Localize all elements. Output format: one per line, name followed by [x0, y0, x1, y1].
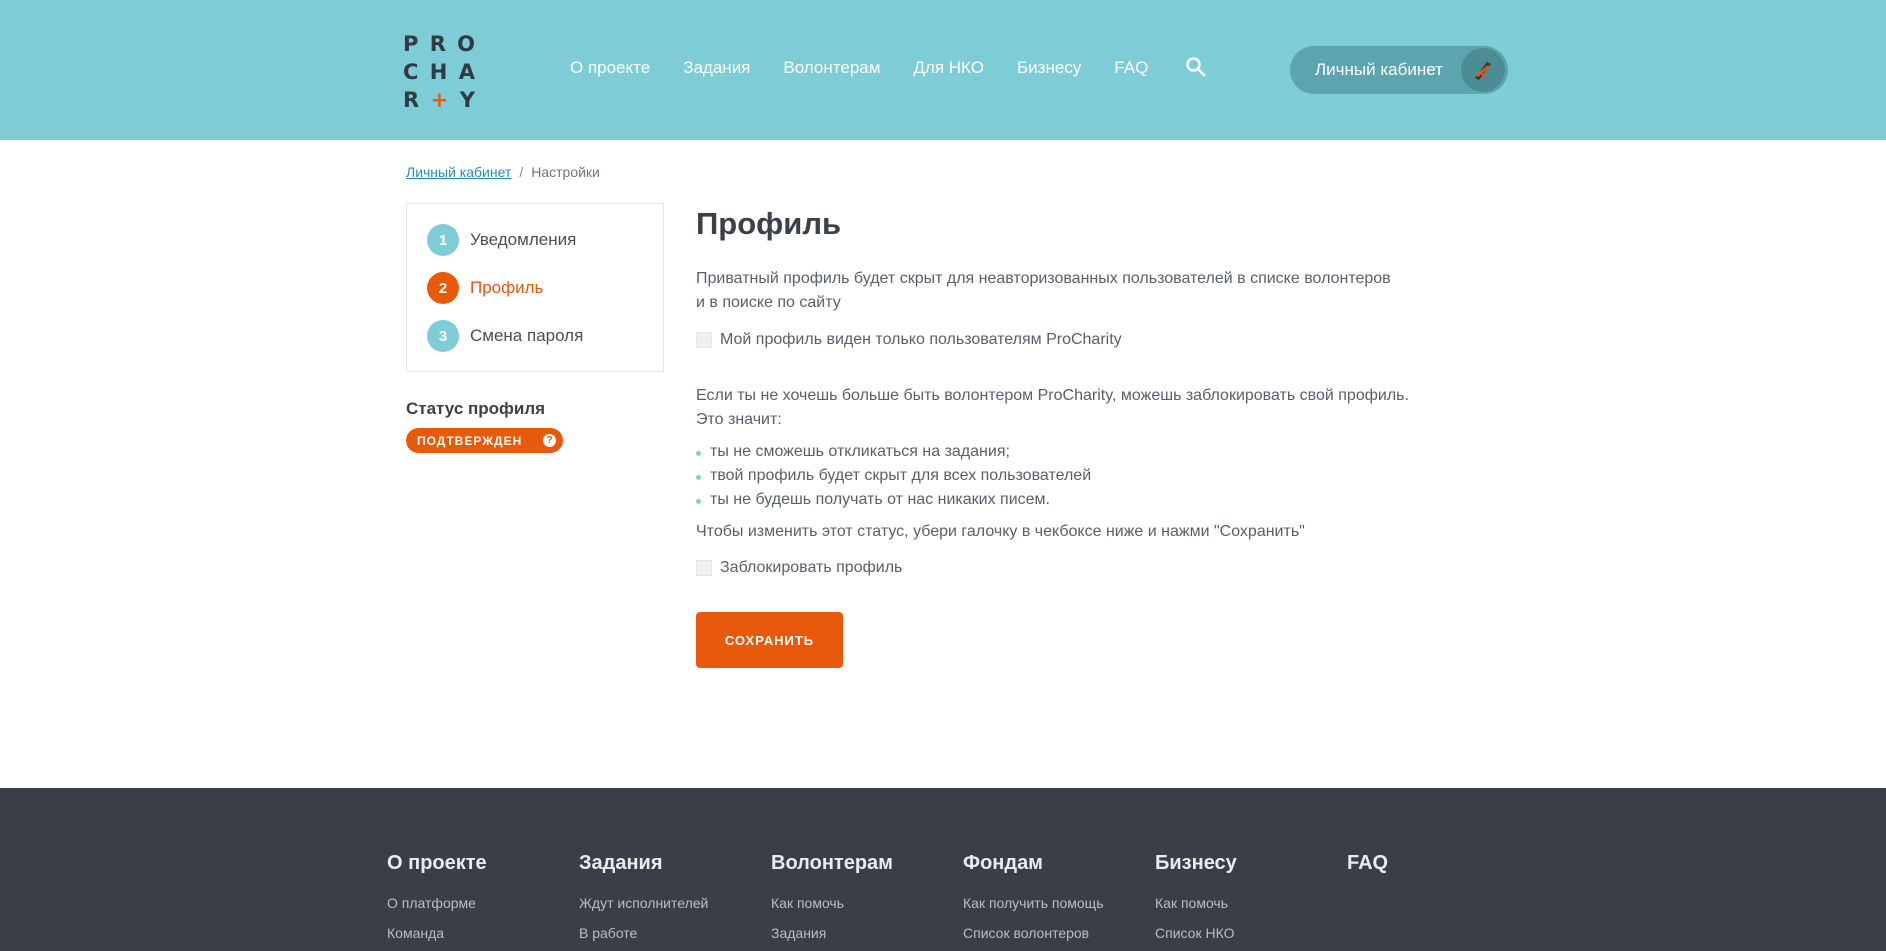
private-profile-checkbox-label[interactable]: Мой профиль виден только пользователям P… — [720, 331, 1122, 349]
footer-heading[interactable]: Задания — [579, 852, 708, 875]
logo-letter: P — [403, 32, 419, 56]
sidemenu-item-label: Профиль — [470, 278, 544, 297]
private-text-line: и в поиске по сайту — [696, 294, 841, 311]
footer-column-tasks: Задания Ждут исполнителей В работе — [579, 852, 708, 941]
cabinet-label: Личный кабинет — [1315, 60, 1443, 79]
nav-nko[interactable]: Для НКО — [913, 58, 984, 78]
footer-column-about: О проекте О платформе Команда — [387, 852, 487, 941]
logo-letter: Y — [459, 88, 475, 112]
avatar-image — [1475, 62, 1491, 80]
footer-link[interactable]: Задания — [771, 925, 893, 941]
logo-letter: O — [457, 32, 475, 56]
breadcrumb-current: Настройки — [531, 164, 600, 180]
footer-link[interactable]: Команда — [387, 925, 487, 941]
block-text-line: Если ты не хочешь больше быть волонтером… — [696, 387, 1409, 404]
logo-row: R + Y — [403, 86, 475, 114]
footer-column-business: Бизнесу Как помочь Список НКО — [1155, 852, 1237, 941]
nav-volunteers[interactable]: Волонтерам — [783, 58, 880, 78]
private-profile-description: Приватный профиль будет скрыт для неавто… — [696, 267, 1391, 315]
sidemenu-item-notifications[interactable]: 1 Уведомления — [427, 224, 576, 256]
footer-heading[interactable]: FAQ — [1347, 852, 1388, 875]
avatar[interactable] — [1461, 48, 1505, 92]
logo-letter: R — [429, 32, 446, 56]
footer-link[interactable]: Как помочь — [1155, 895, 1237, 911]
footer-heading[interactable]: Фондам — [963, 852, 1104, 875]
step-number: 3 — [427, 320, 459, 352]
footer-column-volunteers: Волонтерам Как помочь Задания — [771, 852, 893, 941]
page-title: Профиль — [696, 206, 842, 241]
nav-business[interactable]: Бизнесу — [1017, 58, 1081, 78]
nav-faq[interactable]: FAQ — [1114, 58, 1148, 78]
list-item: ты не сможешь откликаться на задания; — [696, 440, 1091, 464]
sidemenu-item-label: Уведомления — [470, 230, 577, 249]
save-button[interactable]: СОХРАНИТЬ — [696, 612, 843, 668]
step-number: 2 — [427, 272, 459, 304]
logo-row: C H A — [403, 58, 475, 86]
main-nav: О проекте Задания Волонтерам Для НКО Биз… — [570, 58, 1181, 78]
list-item: ты не будешь получать от нас никаких пис… — [696, 488, 1091, 512]
logo-letter: H — [429, 60, 448, 84]
list-item: твой профиль будет скрыт для всех пользо… — [696, 464, 1091, 488]
footer-column-funds: Фондам Как получить помощь Список волонт… — [963, 852, 1104, 941]
sidemenu-item-profile[interactable]: 2 Профиль — [427, 272, 543, 304]
settings-sidemenu: 1 Уведомления 2 Профиль 3 Смена пароля — [406, 203, 664, 372]
breadcrumb: Личный кабинет / Настройки — [406, 164, 600, 180]
logo-row: P R O — [403, 30, 475, 58]
profile-status-title: Статус профиля — [406, 399, 546, 418]
logo-letter: A — [458, 60, 475, 84]
site-footer: О проекте О платформе Команда Задания Жд… — [0, 788, 1886, 951]
footer-link[interactable]: Как помочь — [771, 895, 893, 911]
status-badge: ПОДТВЕРЖДЕН ? — [406, 428, 563, 453]
block-profile-checkbox[interactable] — [696, 560, 712, 576]
help-icon[interactable]: ? — [543, 434, 556, 447]
footer-link[interactable]: Список НКО — [1155, 925, 1237, 941]
step-number: 1 — [427, 224, 459, 256]
logo-letter: C — [403, 60, 419, 84]
footer-heading[interactable]: Бизнесу — [1155, 852, 1237, 875]
sidemenu-item-password[interactable]: 3 Смена пароля — [427, 320, 583, 352]
block-profile-description: Если ты не хочешь больше быть волонтером… — [696, 384, 1409, 432]
site-header: P R O C H A R + Y О проекте Задания Воло… — [0, 0, 1886, 140]
block-text-line: Это значит: — [696, 411, 782, 428]
block-profile-checkbox-label[interactable]: Заблокировать профиль — [720, 559, 902, 577]
nav-tasks[interactable]: Задания — [683, 58, 750, 78]
logo-plus: + — [430, 88, 449, 112]
private-text-line: Приватный профиль будет скрыт для неавто… — [696, 270, 1391, 287]
footer-link[interactable]: Ждут исполнителей — [579, 895, 708, 911]
footer-link[interactable]: Список волонтеров — [963, 925, 1104, 941]
footer-heading[interactable]: Волонтерам — [771, 852, 893, 875]
footer-link[interactable]: Как получить помощь — [963, 895, 1104, 911]
status-badge-label: ПОДТВЕРЖДЕН — [417, 434, 523, 448]
private-profile-checkbox[interactable] — [696, 332, 712, 348]
logo-letter: R — [403, 88, 420, 112]
search-icon[interactable] — [1185, 56, 1207, 78]
breadcrumb-separator: / — [519, 164, 524, 180]
personal-cabinet-button[interactable]: Личный кабинет — [1290, 46, 1508, 94]
block-consequences-list: ты не сможешь откликаться на задания; тв… — [696, 440, 1091, 512]
procharity-logo[interactable]: P R O C H A R + Y — [403, 30, 483, 114]
footer-link[interactable]: В работе — [579, 925, 708, 941]
footer-link[interactable]: О платформе — [387, 895, 487, 911]
change-status-hint: Чтобы изменить этот статус, убери галочк… — [696, 523, 1305, 540]
footer-heading[interactable]: О проекте — [387, 852, 487, 875]
nav-about[interactable]: О проекте — [570, 58, 650, 78]
footer-column-faq: FAQ — [1347, 852, 1388, 875]
breadcrumb-cabinet-link[interactable]: Личный кабинет — [406, 164, 511, 180]
sidemenu-item-label: Смена пароля — [470, 326, 584, 345]
